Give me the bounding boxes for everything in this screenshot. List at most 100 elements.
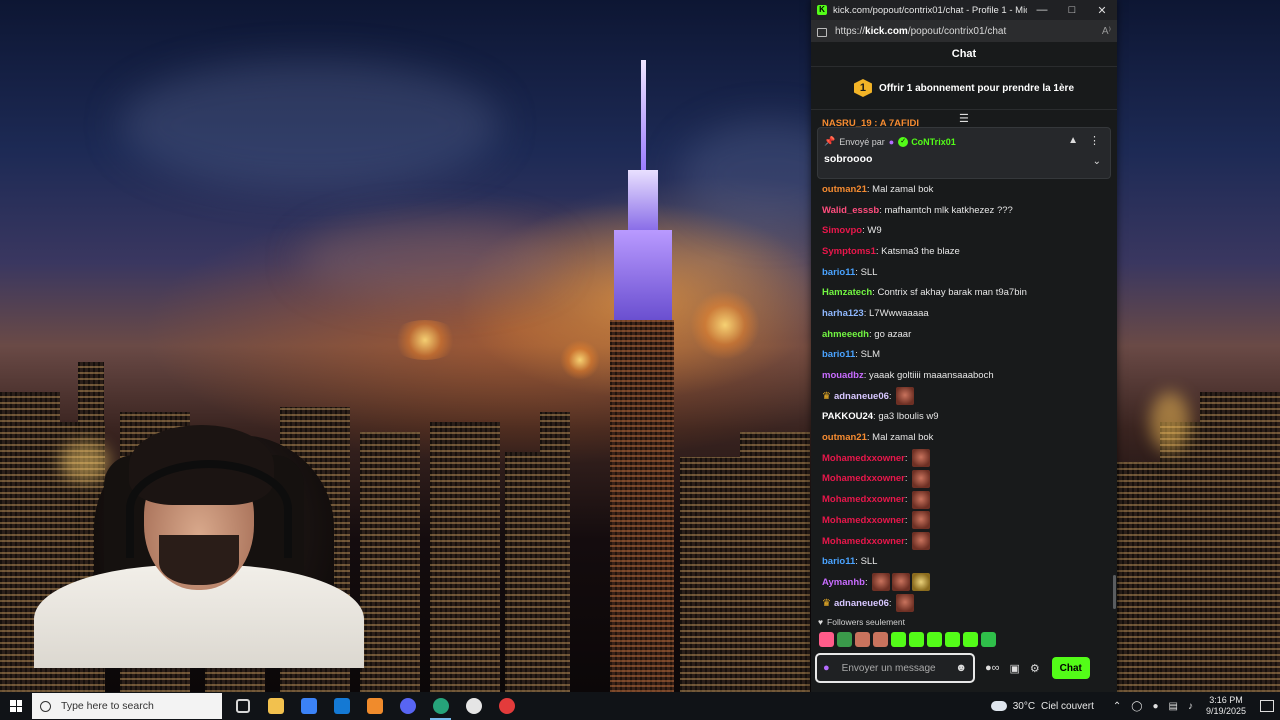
- obs-icon: [465, 698, 482, 714]
- taskbar-app-button[interactable]: [325, 692, 358, 720]
- store-icon[interactable]: ▣: [1010, 662, 1020, 675]
- gift-sub-banner[interactable]: 1 Offrir 1 abonnement pour prendre la 1è…: [811, 67, 1117, 110]
- taskbar-app-button[interactable]: [259, 692, 292, 720]
- quick-emote-icon[interactable]: [855, 632, 870, 647]
- chat-username[interactable]: Mohamedxxowner: [822, 536, 905, 547]
- quick-emote-icon[interactable]: [981, 632, 996, 647]
- chat-username[interactable]: outman21: [822, 432, 867, 443]
- chat-message-text: yaaak goltiiii maaansaaaboch: [868, 370, 994, 382]
- more-options-icon[interactable]: ⋮: [1089, 134, 1100, 147]
- quick-emote-icon[interactable]: [873, 632, 888, 647]
- weather-temp[interactable]: 30°C: [1013, 701, 1035, 712]
- chat-username[interactable]: Symptoms1: [822, 246, 876, 257]
- unpin-icon[interactable]: ▲: [1068, 135, 1078, 146]
- quick-emote-icon[interactable]: [909, 632, 924, 647]
- quick-emote-icon[interactable]: [891, 632, 906, 647]
- notification-icon[interactable]: [1260, 700, 1274, 712]
- headset: [126, 460, 292, 558]
- chat-username[interactable]: Mohamedxxowner: [822, 473, 905, 484]
- chat-username[interactable]: mouadbz: [822, 370, 864, 381]
- chat-message: Hamzatech: Contrix sf akhay barak man t9…: [811, 282, 1117, 303]
- close-button[interactable]: ✕: [1087, 0, 1117, 20]
- quick-emote-icon[interactable]: [945, 632, 960, 647]
- chat-message: outman21: Mal zamal bok: [811, 179, 1117, 200]
- start-button[interactable]: [0, 692, 32, 720]
- chat-message: Mohamedxxowner:: [811, 469, 1117, 490]
- chat-username[interactable]: PAKKOU24: [822, 411, 873, 422]
- chat-username[interactable]: adnaneue06: [834, 391, 889, 402]
- read-aloud-icon[interactable]: A⁾: [1102, 26, 1111, 37]
- volume-icon[interactable]: ♪: [1188, 701, 1193, 712]
- emote-icon: [892, 573, 911, 592]
- settings-gear-icon[interactable]: ⚙: [1030, 662, 1040, 675]
- quick-emote-icon[interactable]: [927, 632, 942, 647]
- file-explorer-icon: [267, 698, 284, 714]
- chat-username[interactable]: Simovpo: [822, 225, 862, 236]
- taskbar-app-button[interactable]: [226, 692, 259, 720]
- taskbar-search[interactable]: Type here to search: [32, 693, 222, 719]
- chat-username[interactable]: outman21: [822, 184, 867, 195]
- maximize-button[interactable]: □: [1057, 0, 1087, 20]
- cloud: [300, 220, 560, 300]
- weather-text[interactable]: Ciel couvert: [1041, 701, 1094, 712]
- pinned-username[interactable]: CoNTrix01: [911, 137, 956, 147]
- message-separator: :: [904, 514, 911, 526]
- message-separator: :: [904, 494, 911, 506]
- cloud-weather-icon[interactable]: [990, 701, 1007, 711]
- chat-message: Mohamedxxowner:: [811, 489, 1117, 510]
- kicks-icon[interactable]: ●∞: [985, 662, 1000, 674]
- chat-message-text: ga3 lboulis w9: [878, 411, 939, 423]
- chat-username[interactable]: Mohamedxxowner: [822, 453, 905, 464]
- chat-username[interactable]: Walid_esssb: [822, 205, 879, 216]
- minimize-button[interactable]: —: [1027, 0, 1057, 20]
- chat-message: Simovpo: W9: [811, 220, 1117, 241]
- chat-input[interactable]: ● Envoyer un message ☻: [815, 653, 975, 683]
- app-orange-icon: [366, 698, 383, 714]
- window-titlebar: K kick.com/popout/contrix01/chat - Profi…: [811, 0, 1117, 20]
- microphone-icon[interactable]: ●: [1152, 701, 1158, 712]
- chat-username[interactable]: ahmeeedh: [822, 329, 869, 340]
- taskbar-app-button[interactable]: [457, 692, 490, 720]
- quick-emote-icon[interactable]: [819, 632, 834, 647]
- tray-app-icon[interactable]: ◯: [1131, 701, 1142, 712]
- window-title: kick.com/popout/contrix01/chat - Profile…: [833, 4, 1027, 16]
- chat-message: mouadbz: yaaak goltiiii maaansaaaboch: [811, 365, 1117, 386]
- taskbar-app-button[interactable]: [292, 692, 325, 720]
- chat-username[interactable]: Mohamedxxowner: [822, 515, 905, 526]
- chevron-up-icon[interactable]: ⌃: [1113, 701, 1121, 712]
- clock[interactable]: 3:16 PM 9/19/2025: [1206, 695, 1246, 717]
- browser-popup-window: K kick.com/popout/contrix01/chat - Profi…: [811, 0, 1117, 692]
- chat-username[interactable]: bario11: [822, 267, 855, 278]
- chat-message: bario11: SLL: [811, 262, 1117, 283]
- chat-username[interactable]: bario11: [822, 556, 855, 567]
- chat-username[interactable]: Aymanhb: [822, 577, 865, 588]
- chat-username[interactable]: Hamzatech: [822, 287, 872, 298]
- chat-scrollbar[interactable]: [1113, 575, 1116, 609]
- filter-icon[interactable]: ☰: [959, 112, 969, 125]
- pinned-message[interactable]: 📌 Envoyé par ● ✓ CoNTrix01 sobroooo ▲ ⋮ …: [817, 127, 1111, 179]
- chat-input-row: ● Envoyer un message ☻ ●∞ ▣ ⚙ Chat: [815, 651, 1115, 685]
- chat-message: bario11: SLL: [811, 551, 1117, 572]
- chat-username[interactable]: adnaneue06: [834, 598, 889, 609]
- emote-icon: [896, 594, 915, 613]
- taskbar-app-button[interactable]: [391, 692, 424, 720]
- taskbar-app-button[interactable]: [490, 692, 523, 720]
- address-url[interactable]: https://kick.com/popout/contrix01/chat: [835, 26, 1102, 37]
- record-icon: [498, 698, 515, 714]
- crown-badge-icon: ♛: [822, 597, 831, 609]
- taskbar-app-button[interactable]: [358, 692, 391, 720]
- quick-emote-icon[interactable]: [837, 632, 852, 647]
- chat-username[interactable]: harha123: [822, 308, 864, 319]
- windows-taskbar: Type here to search 30°C Ciel couvert ⌃ …: [0, 692, 1280, 720]
- network-icon[interactable]: ▤: [1169, 701, 1178, 712]
- send-chat-button[interactable]: Chat: [1051, 657, 1090, 679]
- chevron-down-icon[interactable]: ⌄: [1093, 156, 1101, 167]
- pinned-sent-by: Envoyé par: [839, 136, 885, 147]
- chat-username[interactable]: bario11: [822, 349, 855, 360]
- taskbar-app-button[interactable]: [424, 692, 457, 720]
- chat-username[interactable]: Mohamedxxowner: [822, 494, 905, 505]
- address-bar[interactable]: https://kick.com/popout/contrix01/chat A…: [811, 20, 1117, 42]
- emote-icon: [912, 490, 931, 509]
- quick-emote-icon[interactable]: [963, 632, 978, 647]
- emoji-icon[interactable]: ☻: [955, 662, 967, 674]
